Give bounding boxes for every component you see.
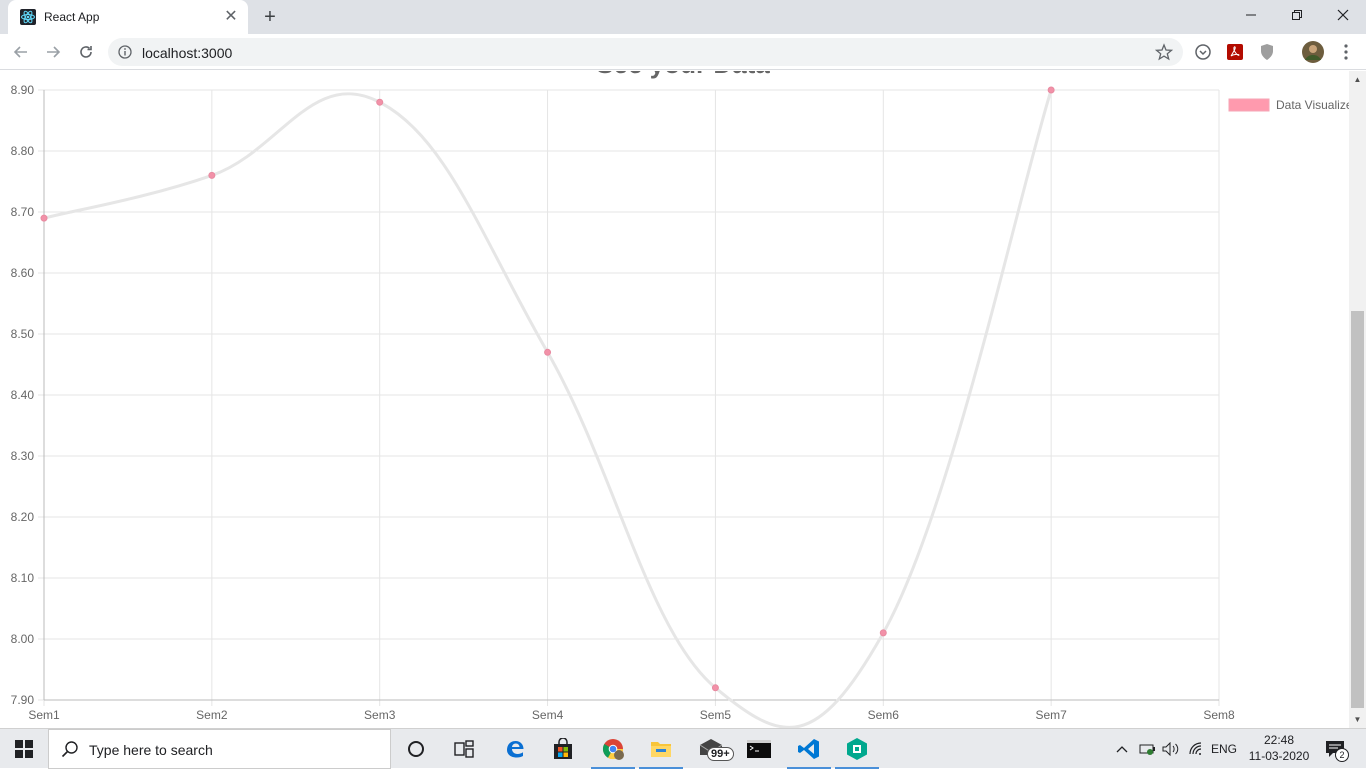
- clock-time: 22:48: [1263, 733, 1295, 747]
- x-tick-label: Sem4: [532, 708, 564, 722]
- browser-tab-strip: React App ✕ +: [0, 0, 1366, 34]
- y-tick-label: 8.70: [11, 205, 35, 219]
- notification-count: 2: [1335, 748, 1349, 762]
- pdf-extension-icon[interactable]: [1225, 42, 1245, 62]
- cortana-icon[interactable]: [392, 729, 440, 769]
- bookmark-star-icon[interactable]: [1155, 43, 1173, 61]
- task-view-icon[interactable]: [440, 729, 488, 769]
- data-point[interactable]: [376, 98, 384, 106]
- vscode-icon[interactable]: [785, 729, 833, 769]
- battery-icon[interactable]: [1136, 729, 1160, 769]
- system-clock[interactable]: 22:48 11-03-2020: [1244, 732, 1314, 764]
- terminal-icon[interactable]: [735, 729, 783, 769]
- x-tick-label: Sem3: [364, 708, 396, 722]
- data-point[interactable]: [40, 214, 48, 222]
- tab-title: React App: [44, 10, 100, 24]
- show-hidden-icons-chevron-icon[interactable]: [1112, 729, 1132, 769]
- mail-badge: 99+: [707, 747, 734, 761]
- extension-circle-icon[interactable]: [1193, 42, 1213, 62]
- y-tick-label: 8.90: [11, 83, 35, 97]
- back-arrow-icon[interactable]: [8, 39, 34, 65]
- scroll-thumb[interactable]: [1351, 311, 1364, 708]
- address-bar[interactable]: localhost:3000: [108, 38, 1183, 66]
- restore-icon[interactable]: [1274, 0, 1320, 30]
- minimize-icon[interactable]: [1228, 0, 1274, 30]
- clock-date: 11-03-2020: [1248, 749, 1310, 763]
- page-viewport: See your Data 8.90 8.80 8.70 8.60 8.50 8.40 8.…: [0, 71, 1366, 728]
- x-tick-label: Sem2: [196, 708, 228, 722]
- new-tab-icon[interactable]: +: [260, 7, 280, 27]
- url-text[interactable]: localhost:3000: [142, 45, 232, 61]
- microsoft-store-icon[interactable]: [539, 729, 587, 769]
- y-tick-label: 8.30: [11, 449, 35, 463]
- file-explorer-icon[interactable]: [637, 729, 685, 769]
- windows-taskbar: Type here to search 99+ ENG 22:48 11-03-…: [0, 728, 1366, 769]
- close-tab-icon[interactable]: ✕: [222, 8, 240, 26]
- shield-extension-icon[interactable]: [1257, 42, 1277, 62]
- edge-browser-icon[interactable]: [491, 729, 539, 769]
- reload-icon[interactable]: [73, 39, 99, 65]
- close-window-icon[interactable]: [1320, 0, 1366, 30]
- page-heading: See your Data: [596, 71, 770, 79]
- kaspersky-icon[interactable]: [833, 729, 881, 769]
- data-point[interactable]: [208, 171, 216, 179]
- react-logo-icon: [20, 9, 36, 25]
- mail-icon[interactable]: 99+: [687, 729, 735, 769]
- y-tick-label: 8.00: [11, 632, 35, 646]
- language-indicator[interactable]: ENG: [1208, 729, 1240, 769]
- scroll-down-icon[interactable]: ▼: [1353, 715, 1362, 724]
- profile-avatar[interactable]: [1301, 40, 1325, 64]
- data-point[interactable]: [711, 684, 719, 692]
- search-placeholder: Type here to search: [89, 742, 213, 758]
- x-tick-label: Sem1: [28, 708, 60, 722]
- browser-toolbar: localhost:3000: [0, 34, 1366, 70]
- y-tick-label: 8.60: [11, 266, 35, 280]
- y-tick-label: 8.40: [11, 388, 35, 402]
- x-tick-label: Sem7: [1035, 708, 1067, 722]
- data-point[interactable]: [1047, 86, 1055, 94]
- y-tick-label: 8.80: [11, 144, 35, 158]
- x-tick-label: Sem8: [1203, 708, 1235, 722]
- notification-center-icon[interactable]: 2: [1320, 729, 1350, 769]
- windows-start-icon[interactable]: [0, 729, 48, 769]
- legend-label[interactable]: Data Visualize: [1276, 98, 1349, 112]
- forward-arrow-icon[interactable]: [40, 39, 66, 65]
- wifi-icon[interactable]: [1186, 729, 1208, 769]
- y-tick-label: 8.10: [11, 571, 35, 585]
- y-tick-label: 7.90: [11, 693, 35, 707]
- line-chart: See your Data 8.90 8.80 8.70 8.60 8.50 8.40 8.…: [11, 71, 1349, 728]
- chrome-taskbar-icon[interactable]: [589, 729, 637, 769]
- legend-swatch[interactable]: [1228, 98, 1270, 112]
- scroll-up-icon[interactable]: ▲: [1353, 75, 1362, 84]
- x-tick-label: Sem5: [700, 708, 732, 722]
- data-point[interactable]: [879, 629, 887, 637]
- taskbar-search-box[interactable]: Type here to search: [48, 729, 391, 769]
- volume-icon[interactable]: [1160, 729, 1182, 769]
- menu-kebab-icon[interactable]: [1336, 42, 1356, 62]
- info-icon[interactable]: [118, 45, 132, 59]
- y-tick-label: 8.20: [11, 510, 35, 524]
- search-icon: [61, 741, 78, 758]
- x-tick-label: Sem6: [868, 708, 900, 722]
- page-scrollbar[interactable]: ▲ ▼: [1349, 71, 1366, 728]
- y-tick-label: 8.50: [11, 327, 35, 341]
- data-point[interactable]: [544, 348, 552, 356]
- browser-tab[interactable]: React App ✕: [8, 0, 248, 34]
